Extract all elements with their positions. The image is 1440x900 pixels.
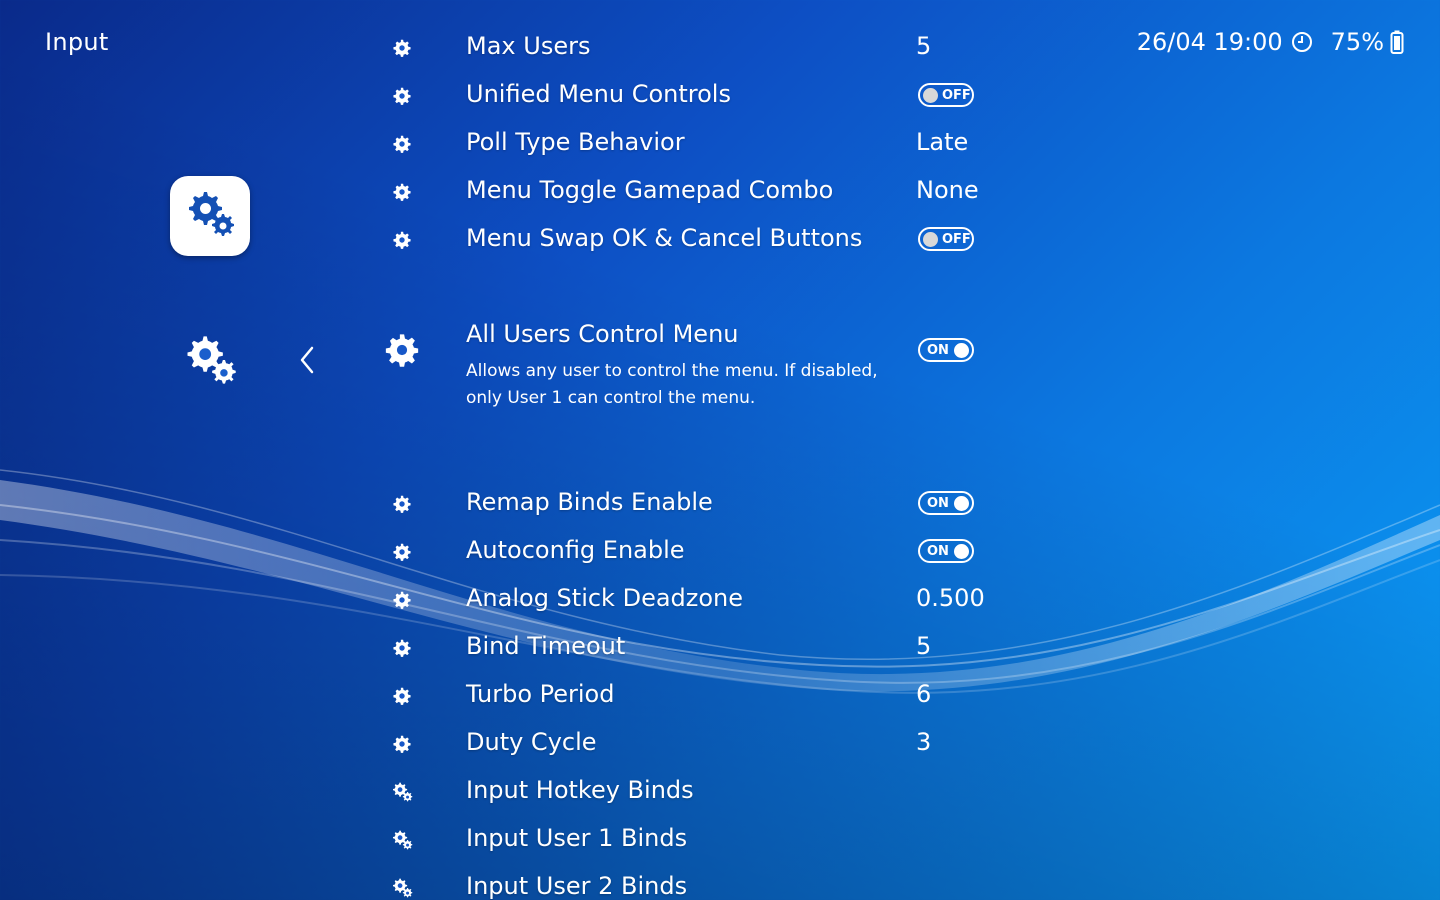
- gear-icon: [390, 492, 414, 516]
- settings-list: Max Users 5 Unified Menu Controls OFF Poll T…: [0, 0, 1440, 900]
- list-item-label: Input Hotkey Binds: [466, 776, 694, 804]
- gear-icon: [384, 332, 420, 368]
- description-line: Allows any user to control the menu. If …: [466, 361, 878, 381]
- list-item-label: Remap Binds Enable: [466, 488, 713, 516]
- list-item[interactable]: Max Users 5: [0, 24, 1100, 72]
- gears-icon: [390, 876, 414, 900]
- list-item-label: Menu Swap OK & Cancel Buttons: [466, 224, 863, 252]
- list-item-label: Menu Toggle Gamepad Combo: [466, 176, 834, 204]
- list-item-label: Poll Type Behavior: [466, 128, 685, 156]
- gear-icon: [390, 36, 414, 60]
- gear-icon: [390, 228, 414, 252]
- list-item[interactable]: Analog Stick Deadzone 0.500: [0, 576, 1100, 624]
- gear-icon: [390, 540, 414, 564]
- gear-icon: [390, 180, 414, 204]
- list-item-label: Autoconfig Enable: [466, 536, 685, 564]
- gear-icon: [390, 636, 414, 660]
- list-item[interactable]: All Users Control Menu ON Allows any user …: [0, 320, 1100, 430]
- toggle-off[interactable]: OFF: [918, 83, 974, 107]
- description-line: only User 1 can control the menu.: [466, 388, 756, 408]
- toggle-knob: [954, 543, 969, 559]
- list-item-value: 6: [916, 680, 932, 708]
- list-item-label: Max Users: [466, 32, 591, 60]
- list-item-value: Late: [916, 128, 969, 156]
- toggle-knob: [923, 87, 938, 103]
- list-item[interactable]: Bind Timeout 5: [0, 624, 1100, 672]
- list-item[interactable]: Remap Binds Enable ON: [0, 480, 1100, 528]
- toggle-knob: [954, 342, 969, 358]
- list-item-label: Turbo Period: [466, 680, 615, 708]
- list-item[interactable]: Input User 2 Binds: [0, 864, 1100, 900]
- list-item[interactable]: Menu Toggle Gamepad Combo None: [0, 168, 1100, 216]
- list-item[interactable]: Menu Swap OK & Cancel Buttons OFF: [0, 216, 1100, 264]
- gear-icon: [390, 684, 414, 708]
- list-item[interactable]: Turbo Period 6: [0, 672, 1100, 720]
- list-item-label: Bind Timeout: [466, 632, 626, 660]
- list-item-label: Input User 1 Binds: [466, 824, 688, 852]
- list-item-description: Allows any user to control the menu. If …: [466, 358, 896, 412]
- list-item[interactable]: Input Hotkey Binds: [0, 768, 1100, 816]
- list-item-value: 0.500: [916, 584, 985, 612]
- list-item[interactable]: Unified Menu Controls OFF: [0, 72, 1100, 120]
- toggle-text: OFF: [942, 231, 971, 247]
- toggle-text: ON: [927, 543, 949, 559]
- toggle-text: ON: [927, 495, 949, 511]
- gears-icon: [390, 780, 414, 804]
- list-item[interactable]: Poll Type Behavior Late: [0, 120, 1100, 168]
- gear-icon: [390, 732, 414, 756]
- toggle-knob: [923, 231, 938, 247]
- toggle-on[interactable]: ON: [918, 539, 974, 563]
- list-item-label: Input User 2 Binds: [466, 872, 688, 900]
- list-item-label: Duty Cycle: [466, 728, 597, 756]
- list-item-label: Analog Stick Deadzone: [466, 584, 744, 612]
- list-item-value: 5: [916, 632, 932, 660]
- toggle-text: ON: [927, 342, 949, 358]
- list-item-label: All Users Control Menu: [466, 320, 739, 348]
- toggle-on[interactable]: ON: [918, 491, 974, 515]
- gear-icon: [390, 588, 414, 612]
- list-item-label: Unified Menu Controls: [466, 80, 731, 108]
- gears-icon: [390, 828, 414, 852]
- list-item[interactable]: Input User 1 Binds: [0, 816, 1100, 864]
- toggle-text: OFF: [942, 87, 971, 103]
- list-item-value: 5: [916, 32, 932, 60]
- list-item[interactable]: Autoconfig Enable ON: [0, 528, 1100, 576]
- gear-icon: [390, 84, 414, 108]
- gear-icon: [390, 132, 414, 156]
- toggle-off[interactable]: OFF: [918, 227, 974, 251]
- list-item[interactable]: Duty Cycle 3: [0, 720, 1100, 768]
- toggle-knob: [954, 495, 969, 511]
- list-item-value: 3: [916, 728, 932, 756]
- list-item-value: None: [916, 176, 979, 204]
- toggle-on[interactable]: ON: [918, 338, 974, 362]
